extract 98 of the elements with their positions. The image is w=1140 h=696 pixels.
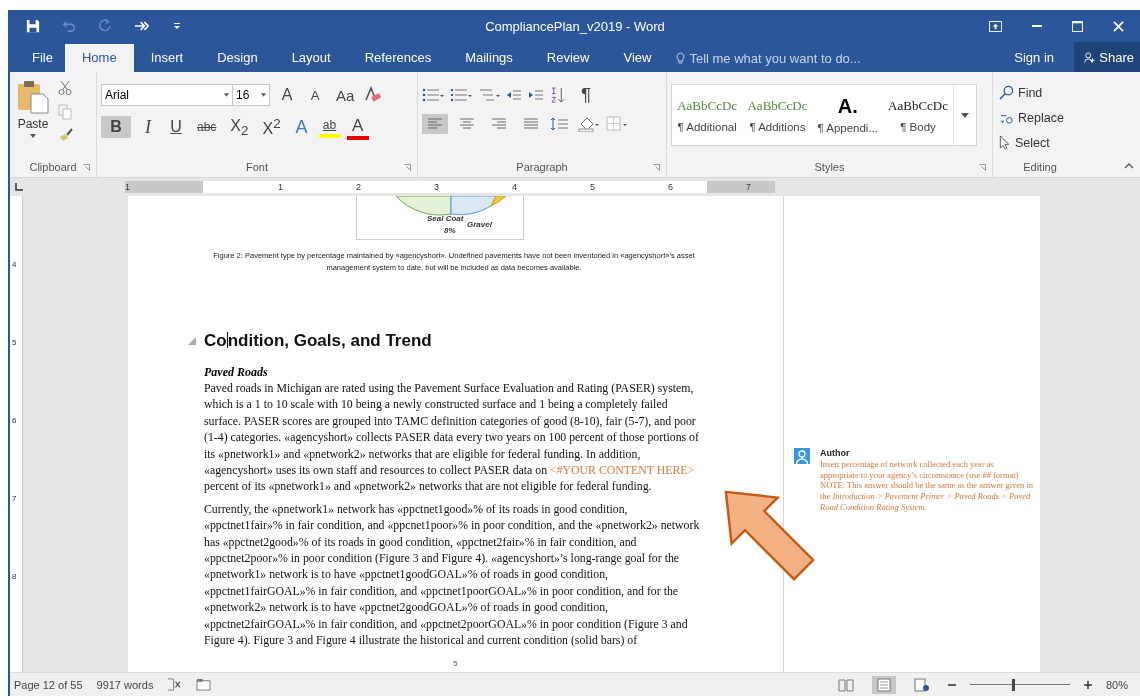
paste-button[interactable]: Paste <box>17 117 49 131</box>
launcher-icon[interactable] <box>83 163 90 171</box>
zoom-level[interactable]: 80% <box>1105 678 1128 691</box>
lightbulb-icon <box>676 51 686 65</box>
eraser-icon[interactable] <box>364 86 383 104</box>
highlight-button[interactable]: ab <box>318 116 341 139</box>
group-label: Paragraph <box>516 161 568 173</box>
save-icon[interactable] <box>26 19 40 33</box>
caret-icon[interactable] <box>261 93 266 97</box>
section-heading: Condition, Goals, and Trend <box>204 331 432 351</box>
group-label: Clipboard <box>29 161 77 173</box>
decrease-indent-icon[interactable] <box>506 88 522 102</box>
horizontal-ruler: 1 1 2 3 4 5 6 7 <box>125 181 775 193</box>
avatar-icon <box>794 448 810 464</box>
ribbon-tab[interactable]: Review <box>529 44 607 72</box>
ribbon-tab[interactable]: File <box>10 44 65 72</box>
print-view-button[interactable] <box>871 675 896 694</box>
read-view-icon[interactable] <box>837 677 854 692</box>
person-add-icon <box>1084 49 1096 65</box>
tab-selector-icon[interactable] <box>15 183 23 191</box>
ribbon-tab[interactable]: Layout <box>274 44 348 72</box>
multilevel-list-icon[interactable] <box>478 87 500 103</box>
numbered-list-icon[interactable] <box>450 87 472 103</box>
share-button[interactable]: Share <box>1074 42 1140 72</box>
web-view-icon[interactable] <box>913 677 930 692</box>
group-label: Font <box>246 161 268 173</box>
word-count[interactable]: 9917 words <box>96 678 154 691</box>
chart-label: 8% <box>444 226 456 235</box>
close-icon[interactable] <box>1113 20 1124 32</box>
ribbon-tab[interactable]: Design <box>200 44 275 72</box>
font-color-button[interactable]: A <box>346 114 369 140</box>
grow-font-button[interactable]: A <box>276 84 298 106</box>
launcher-icon[interactable] <box>979 163 986 171</box>
page-count[interactable]: Page 12 of 55 <box>14 678 83 691</box>
window-title: CompliancePlan_v2019 - Word <box>485 18 665 34</box>
body-paragraph: Paved roads in Michigan are rated using the Pavement Surface Evaluation and Rating (PASER) system, which is a 1 to 10 scale with 10 being a newly constructed surface and 1 being a completely failed surface. PASER scores are grouped into TAMC definition categories of good (8-10), fair (5-7), and poor (1-4) categories. «agencyshort» collects PASER data every two years on 100 percent of those portions of its «pnetwork1» and «pnetwork2» networks that are eligible for federal funding. In addition, «agencyshort» uses its own staff and resources to collect PASER data on <#YOUR CONTENT HERE> percent of its «pnetwork1» and «pnetwork2» networks that are not eligible for federal funding. <box>204 380 700 495</box>
comment-text: NOTE: This answer should be the same as the answer given in the Introduction > Pavement Primer > Paved Roads > Paved Road Condition Rating System. <box>820 480 1034 513</box>
ribbon-tab[interactable]: References <box>347 44 449 72</box>
tell-me-field[interactable]: Tell me what you want to do... <box>689 50 920 66</box>
font-name-field[interactable]: Arial <box>101 84 233 106</box>
select-button[interactable]: Select <box>997 134 1083 151</box>
cursor-icon[interactable] <box>999 135 1011 150</box>
sup-button[interactable]: X$^{2}$ <box>258 114 285 141</box>
format-painter-icon[interactable] <box>58 128 74 142</box>
clipboard-icon[interactable] <box>17 80 49 114</box>
shading-icon[interactable] <box>578 116 600 132</box>
collapse-triangle-icon[interactable] <box>188 337 196 345</box>
style-item[interactable]: AaBbCcDc ¶ Additions <box>742 85 813 145</box>
font-size-field[interactable]: 16 <box>232 84 270 106</box>
scissors-icon[interactable] <box>58 80 72 96</box>
ribbon-display-icon[interactable] <box>989 20 1002 32</box>
comment-card[interactable] <box>792 446 1036 515</box>
subheading: Paved Roads <box>204 365 269 380</box>
ribbon-tab[interactable]: Insert <box>133 44 201 72</box>
maximize-icon[interactable] <box>1072 20 1083 32</box>
dropdown-icon[interactable] <box>173 22 181 30</box>
launcher-icon[interactable] <box>404 163 411 171</box>
comment-author: Author <box>820 448 851 459</box>
style-item[interactable]: AaBbCcDc ¶ Body <box>882 85 954 145</box>
chart-label: Gravel <box>467 220 492 229</box>
launcher-icon[interactable] <box>653 163 660 171</box>
double-arrow-icon[interactable] <box>134 20 151 32</box>
change-case-button[interactable]: Aa <box>332 84 359 106</box>
caret-icon[interactable] <box>30 134 36 138</box>
print-view-icon[interactable] <box>875 677 892 692</box>
zoom-in-icon[interactable] <box>1083 680 1092 689</box>
proofing-icon[interactable] <box>167 678 183 691</box>
sign-in-link[interactable]: Sign in <box>994 44 1074 72</box>
shrink-font-button[interactable]: A <box>304 85 326 105</box>
comment-text: Insert percentage of network collected each year as appropriate to your agency’s circumstance (use ## format) <box>820 458 1020 481</box>
replace-button[interactable]: Replace <box>997 109 1083 126</box>
vertical-ruler: 4 5 6 7 8 <box>10 196 23 672</box>
strike-button[interactable]: abc <box>193 118 221 137</box>
page-number: 5 <box>453 659 458 668</box>
group-label: Styles <box>814 161 845 173</box>
group-label: Editing <box>1023 161 1057 173</box>
bold-button[interactable]: B <box>101 116 131 139</box>
bullet-list-icon[interactable] <box>422 87 444 103</box>
collapse-ribbon-icon[interactable] <box>1124 163 1134 169</box>
ribbon-tab[interactable]: Mailings <box>448 44 530 72</box>
ribbon-tab[interactable]: View <box>606 44 669 72</box>
sort-icon[interactable] <box>550 86 565 104</box>
increase-indent-icon[interactable] <box>528 88 544 102</box>
style-item[interactable]: AaBbCcDc ¶ Additional <box>672 85 743 145</box>
body-paragraph: Currently, the «pnetwork1» network has «ppctnet1good»% of its roads in good condition, «ppctnet1fair»% in fair condition, and «ppcnet1poor»% in poor condition, and the «pnetwork2» network has «ppctnet2good»% of its roads in good condition, «ppctnet2fair»% in fair condition, and «ppctnet2poor»% in poor condition (Figure 3 and Figure 4). «agencyshort»’s long-range goal for the «pnetwork1» network is to have «ppctnet1goodGOAL»% of roads in good condition, «ppctnet1fairGOAL»% in fair condition, and «ppctnet1poorGOAL»% in poor condition, and for the «pnetwork2» network is to have «ppctnet2goodGOAL»% of roads in good condition, «ppctnet2fairGOAL»% in fair condition, and «ppctnet2poorGOAL»% in poor condition (Figure 3 and Figure 4). Figure 3 and Figure 4 illustrate the historical and current condition (solid bars) of <box>204 500 701 649</box>
style-item[interactable]: A. ¶ Appendi... <box>812 85 883 145</box>
text-effects-button[interactable]: A <box>290 114 313 140</box>
sub-button[interactable]: X$_{2}$ <box>226 114 253 140</box>
search-icon[interactable] <box>999 85 1014 100</box>
ribbon-tab[interactable]: Home <box>64 44 134 72</box>
italic-button[interactable]: I <box>137 114 159 140</box>
macro-icon[interactable] <box>196 678 212 691</box>
more-styles-icon[interactable] <box>961 112 970 118</box>
show-formatting-button[interactable]: ¶ <box>581 84 592 106</box>
find-button[interactable]: Find <box>997 84 1083 101</box>
caret-icon[interactable] <box>224 93 229 97</box>
underline-button[interactable]: U <box>165 116 187 139</box>
chart-label: Seal Coat <box>427 214 464 223</box>
